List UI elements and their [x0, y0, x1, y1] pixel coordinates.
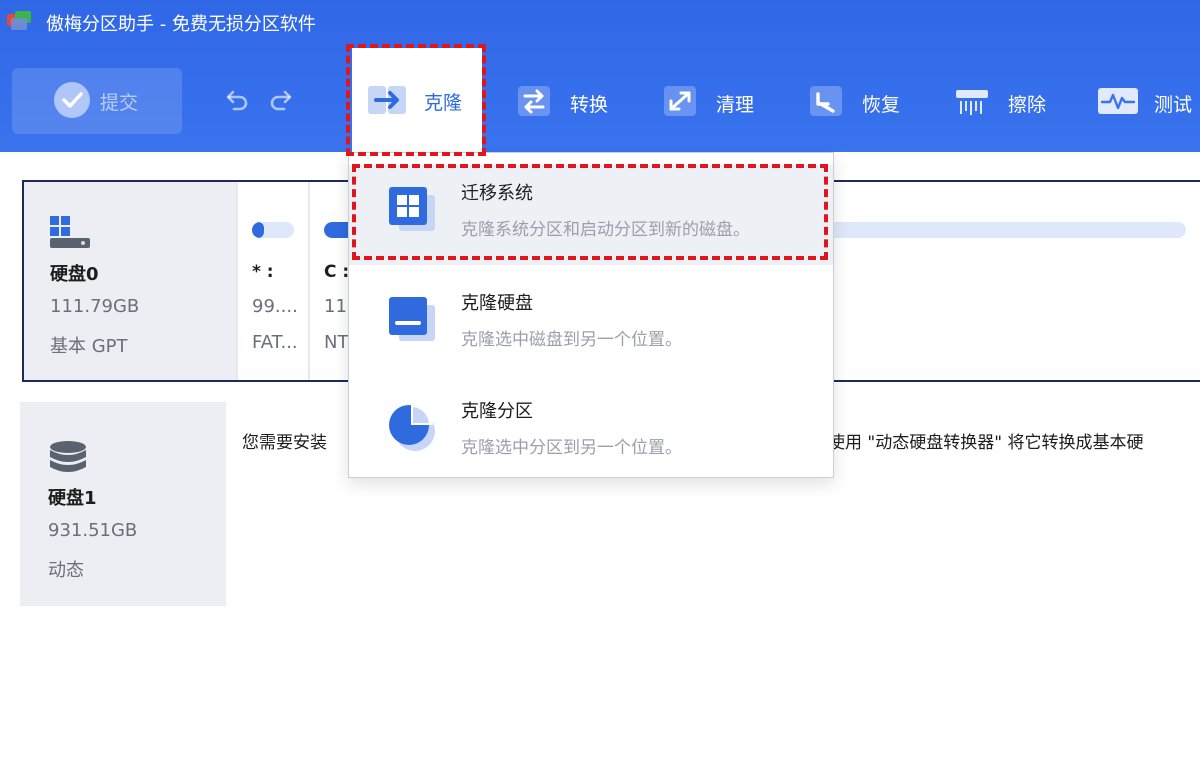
partition-clone-icon	[389, 403, 435, 451]
recover-icon	[810, 86, 842, 116]
check-icon	[54, 82, 90, 118]
partition-letter: * :	[252, 262, 274, 282]
partition-usage-bar	[252, 222, 294, 238]
database-disk-icon	[50, 441, 86, 472]
disk-type: 动态	[48, 560, 84, 581]
disk-info-0: 硬盘0 111.79GB 基本 GPT	[24, 182, 236, 380]
header: 傲梅分区助手 - 免费无损分区软件 提交 克隆 转换 清理 恢复 擦除 测试	[0, 0, 1200, 152]
wipe-shredder-icon	[956, 90, 988, 115]
recover-button[interactable]: 恢复	[808, 80, 908, 122]
dynamic-disk-message-end: 使用 "动态硬盘转换器" 将它转换成基本硬	[828, 433, 1144, 453]
clean-label: 清理	[716, 94, 755, 116]
commit-button[interactable]: 提交	[12, 68, 182, 134]
recover-label: 恢复	[862, 94, 901, 116]
title-bar: 傲梅分区助手 - 免费无损分区软件	[0, 0, 1200, 44]
disk-size: 111.79GB	[50, 296, 140, 317]
menu-item-title: 迁移系统	[461, 183, 533, 204]
dynamic-disk-message-start: 您需要安装	[242, 433, 327, 453]
app-window: 傲梅分区助手 - 免费无损分区软件 提交 克隆 转换 清理 恢复 擦除 测试 硬…	[0, 0, 1200, 758]
clean-button[interactable]: 清理	[662, 80, 762, 122]
menu-item-description: 克隆选中磁盘到另一个位置。	[461, 330, 682, 350]
partition-0[interactable]: * : 99.... FAT...	[236, 182, 308, 380]
test-pulse-icon	[1098, 88, 1138, 114]
wipe-button[interactable]: 擦除	[954, 80, 1054, 122]
app-logo-icon	[7, 11, 31, 30]
menu-item-title: 克隆硬盘	[461, 293, 533, 314]
test-button[interactable]: 测试	[1096, 80, 1200, 122]
clone-arrow-icon	[368, 86, 406, 114]
disk-type: 基本 GPT	[50, 336, 128, 357]
commit-label: 提交	[100, 92, 139, 114]
convert-icon	[518, 86, 550, 116]
partition-letter: C :	[324, 262, 350, 282]
disk-name: 硬盘1	[48, 488, 97, 509]
menu-item-clone-disk[interactable]: 克隆硬盘 克隆选中磁盘到另一个位置。	[349, 275, 833, 375]
convert-label: 转换	[570, 94, 609, 116]
redo-icon[interactable]	[268, 88, 296, 112]
windows-disk-icon	[50, 216, 90, 248]
menu-item-migrate-system[interactable]: 迁移系统 克隆系统分区和启动分区到新的磁盘。	[349, 165, 833, 265]
disk-clone-icon	[389, 297, 435, 341]
disk-name: 硬盘0	[50, 264, 99, 285]
partition-size: 99....	[252, 296, 298, 317]
partition-size: 11	[324, 296, 347, 317]
undo-icon[interactable]	[222, 88, 250, 112]
convert-button[interactable]: 转换	[516, 80, 616, 122]
menu-item-description: 克隆系统分区和启动分区到新的磁盘。	[461, 220, 750, 240]
menu-item-title: 克隆分区	[461, 401, 533, 422]
window-title: 傲梅分区助手 - 免费无损分区软件	[46, 14, 316, 35]
windows-icon	[389, 187, 435, 231]
clone-dropdown-menu: 迁移系统 克隆系统分区和启动分区到新的磁盘。 克隆硬盘 克隆选中磁盘到另一个位置…	[348, 152, 834, 478]
partition-usage-fill	[252, 222, 264, 238]
disk-size: 931.51GB	[48, 520, 138, 541]
clean-icon	[664, 86, 696, 116]
wipe-label: 擦除	[1008, 94, 1047, 116]
partition-filesystem: NT	[324, 332, 349, 353]
partition-filesystem: FAT...	[252, 332, 298, 353]
test-label: 测试	[1154, 94, 1193, 116]
clone-button[interactable]: 克隆	[352, 48, 482, 152]
clone-label: 克隆	[424, 92, 463, 114]
menu-item-description: 克隆选中分区到另一个位置。	[461, 438, 682, 458]
menu-item-clone-partition[interactable]: 克隆分区 克隆选中分区到另一个位置。	[349, 383, 833, 483]
